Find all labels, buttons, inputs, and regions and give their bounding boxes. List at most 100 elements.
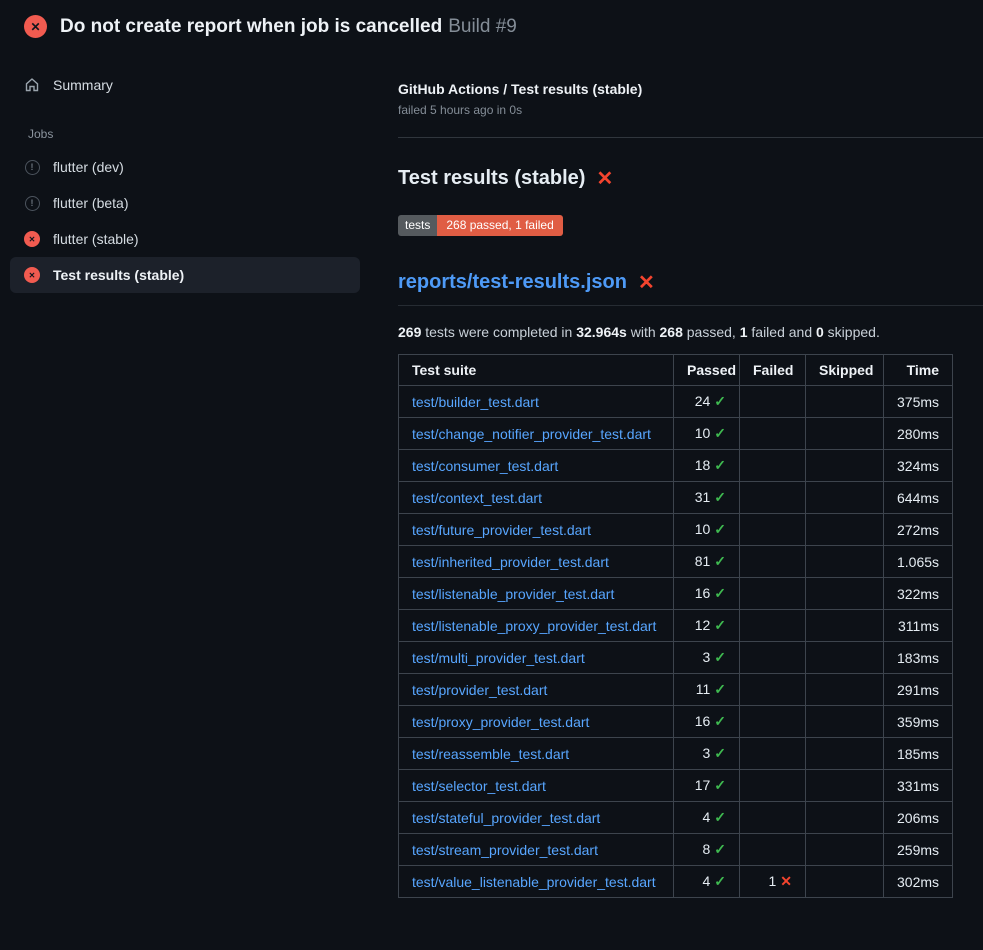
report-file-link[interactable]: reports/test-results.json [398,271,627,294]
table-row: test/inherited_provider_test.dart81✓1.06… [399,546,953,578]
test-suite-link[interactable]: test/builder_test.dart [412,394,539,410]
skipped-cell [806,482,884,514]
check-icon: ✓ [714,553,726,569]
passed-cell: 18✓ [674,450,740,482]
test-suite-link[interactable]: test/proxy_provider_test.dart [412,714,589,730]
run-meta: failed 5 hours ago in 0s [398,103,951,117]
sidebar-job-item[interactable]: ! flutter (dev) [10,149,360,185]
failed-cell [740,834,806,866]
failed-x-icon: ✕ [596,166,613,191]
test-suite-link[interactable]: test/selector_test.dart [412,778,546,794]
check-icon: ✓ [714,681,726,697]
table-row: test/context_test.dart31✓644ms [399,482,953,514]
table-row: test/listenable_provider_test.dart16✓322… [399,578,953,610]
status-failed-icon: ✕ [24,231,40,247]
divider [398,137,983,138]
skipped-cell [806,418,884,450]
passed-cell: 4✓ [674,802,740,834]
table-row: test/listenable_proxy_provider_test.dart… [399,610,953,642]
passed-cell: 10✓ [674,418,740,450]
skipped-cell [806,546,884,578]
test-suite-link[interactable]: test/future_provider_test.dart [412,522,591,538]
skipped-cell [806,866,884,898]
passed-cell: 4✓ [674,866,740,898]
tests-badge-value: 268 passed, 1 failed [437,215,562,236]
sidebar-job-label: flutter (beta) [53,195,128,211]
tests-badge-label: tests [398,215,437,236]
check-icon: ✓ [714,585,726,601]
skipped-cell [806,674,884,706]
test-suite-link[interactable]: test/inherited_provider_test.dart [412,554,609,570]
test-suite-link[interactable]: test/change_notifier_provider_test.dart [412,426,651,442]
test-suite-link[interactable]: test/reassemble_test.dart [412,746,569,762]
time-cell: 324ms [884,450,953,482]
failed-cell [740,706,806,738]
failed-cell [740,610,806,642]
time-cell: 206ms [884,802,953,834]
table-row: test/stateful_provider_test.dart 4✓ 206ms [399,802,953,834]
test-suite-link[interactable]: test/stream_provider_test.dart [412,842,598,858]
check-icon: ✓ [714,873,726,889]
check-icon: ✓ [714,809,726,825]
table-column-header: Time [884,355,953,386]
test-suite-link[interactable]: test/listenable_proxy_provider_test.dart [412,618,656,634]
sidebar-job-item[interactable]: ✕Test results (stable) [10,257,360,293]
sidebar: Summary Jobs ! flutter (dev)! flutter (bet… [0,49,370,293]
skipped-cell [806,514,884,546]
build-title-text: Do not create report when job is cancell… [60,16,442,37]
table-row: test/reassemble_test.dart3✓185ms [399,738,953,770]
failed-cell [740,418,806,450]
passed-cell: 8✓ [674,834,740,866]
time-cell: 359ms [884,706,953,738]
passed-cell: 16✓ [674,706,740,738]
test-suite-link[interactable]: test/provider_test.dart [412,682,547,698]
passed-cell: 24✓ [674,386,740,418]
table-row: test/proxy_provider_test.dart 16✓ 359ms [399,706,953,738]
table-row: test/stream_provider_test.dart8✓259ms [399,834,953,866]
skipped-cell [806,578,884,610]
test-suite-link[interactable]: test/stateful_provider_test.dart [412,810,600,826]
time-cell: 644ms [884,482,953,514]
test-suite-link[interactable]: test/consumer_test.dart [412,458,558,474]
sidebar-job-label: flutter (stable) [53,231,139,247]
page-title: Do not create report when job is cancell… [60,16,517,38]
jobs-section-label: Jobs [10,103,360,149]
test-suite-link[interactable]: test/listenable_provider_test.dart [412,586,614,602]
check-icon: ✓ [714,777,726,793]
passed-cell: 10✓ [674,514,740,546]
failed-cell: 1✕ [740,866,806,898]
passed-cell: 17✓ [674,770,740,802]
passed-cell: 11✓ [674,674,740,706]
table-column-header: Test suite [399,355,674,386]
table-row: test/selector_test.dart17✓331ms [399,770,953,802]
table-row: test/builder_test.dart24✓375ms [399,386,953,418]
x-icon: ✕ [780,873,792,889]
sidebar-job-item[interactable]: ! flutter (beta) [10,185,360,221]
check-icon: ✓ [714,841,726,857]
sidebar-item-summary[interactable]: Summary [10,67,360,103]
table-row: test/consumer_test.dart 18✓ 324ms [399,450,953,482]
failed-cell [740,482,806,514]
sidebar-job-label: flutter (dev) [53,159,124,175]
home-icon [24,77,40,93]
table-row: test/value_listenable_provider_test.dart… [399,866,953,898]
status-neutral-icon: ! [24,195,40,211]
section-title: Test results (stable) [398,167,585,190]
test-suite-link[interactable]: test/value_listenable_provider_test.dart [412,874,656,890]
section-heading: Test results (stable) ✕ [398,166,951,191]
failed-x-icon: ✕ [638,270,655,295]
test-suite-link[interactable]: test/context_test.dart [412,490,542,506]
failed-cell [740,514,806,546]
test-suite-link[interactable]: test/multi_provider_test.dart [412,650,585,666]
status-neutral-icon: ! [24,159,40,175]
skipped-cell [806,834,884,866]
report-heading-wrap: reports/test-results.json ✕ [398,270,983,306]
sidebar-item-label: Summary [53,77,113,93]
time-cell: 291ms [884,674,953,706]
sidebar-job-item[interactable]: ✕ flutter (stable) [10,221,360,257]
check-icon: ✓ [714,425,726,441]
skipped-cell [806,386,884,418]
check-icon: ✓ [714,457,726,473]
check-icon: ✓ [714,713,726,729]
failed-cell [740,802,806,834]
